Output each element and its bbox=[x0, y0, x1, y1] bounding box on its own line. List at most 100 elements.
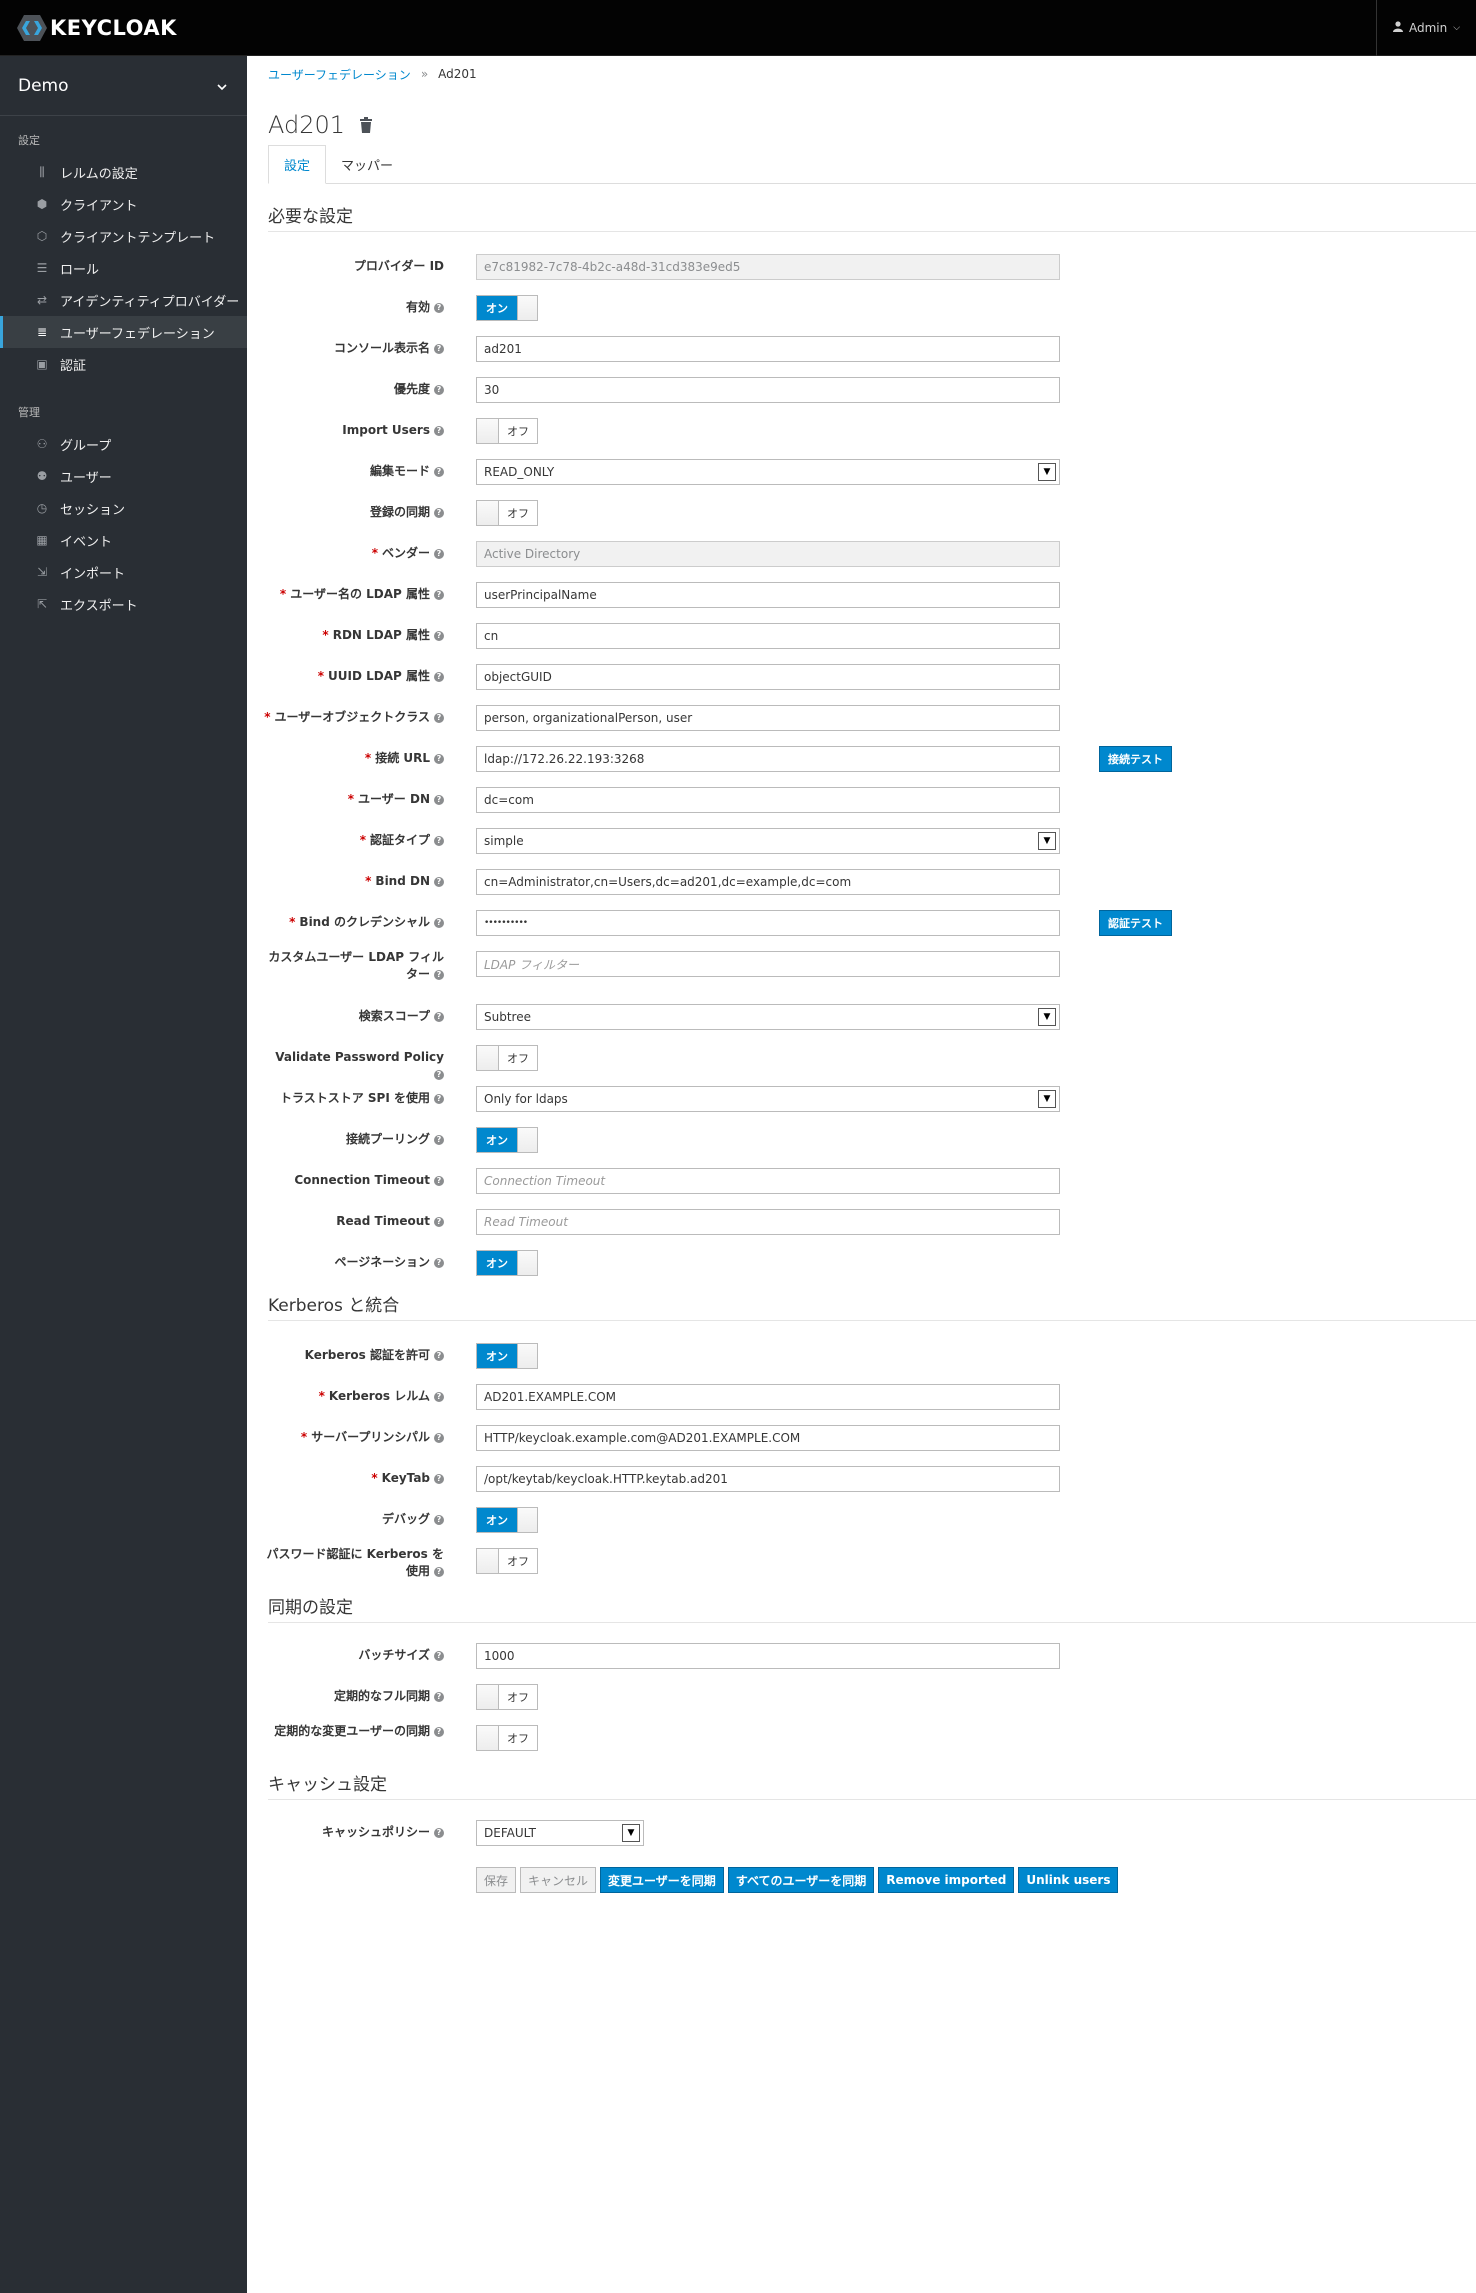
keycloak-logo[interactable]: KEYCLOAK bbox=[16, 12, 177, 44]
import-icon: ⇲ bbox=[36, 565, 48, 579]
batch-size-field[interactable]: 1000 bbox=[476, 1643, 1060, 1669]
priority-field[interactable]: 30 bbox=[476, 377, 1060, 403]
test-authentication-button[interactable]: 認証テスト bbox=[1099, 910, 1172, 936]
server-principal-field[interactable]: HTTP/keycloak.example.com@AD201.EXAMPLE.… bbox=[476, 1425, 1060, 1451]
sidebar-item-users[interactable]: ⚉ ユーザー bbox=[0, 460, 247, 492]
sync-registrations-switch[interactable]: オフ bbox=[476, 500, 538, 526]
help-icon[interactable]: ? bbox=[434, 970, 444, 980]
exchange-icon: ⇄ bbox=[36, 293, 48, 307]
sidebar-item-authentication[interactable]: ▣ 認証 bbox=[0, 348, 247, 380]
import-users-switch[interactable]: オフ bbox=[476, 418, 538, 444]
auth-type-select[interactable]: simple ▼ bbox=[476, 828, 1060, 854]
connection-timeout-field[interactable]: Connection Timeout bbox=[476, 1168, 1060, 1194]
row-priority: 優先度? 30 bbox=[268, 369, 1476, 410]
breadcrumb-user-federation[interactable]: ユーザーフェデレーション bbox=[268, 66, 411, 83]
help-icon[interactable]: ? bbox=[434, 1176, 444, 1186]
connection-pooling-switch[interactable]: オン bbox=[476, 1127, 538, 1153]
bind-dn-field[interactable]: cn=Administrator,cn=Users,dc=ad201,dc=ex… bbox=[476, 869, 1060, 895]
periodic-changed-sync-switch[interactable]: オフ bbox=[476, 1725, 538, 1751]
cache-policy-select[interactable]: DEFAULT ▼ bbox=[476, 1820, 644, 1846]
kerberos-realm-field[interactable]: AD201.EXAMPLE.COM bbox=[476, 1384, 1060, 1410]
sidebar-item-client-templates[interactable]: ⬡ クライアントテンプレート bbox=[0, 220, 247, 252]
console-name-field[interactable]: ad201 bbox=[476, 336, 1060, 362]
help-icon[interactable]: ? bbox=[434, 1692, 444, 1702]
help-icon[interactable]: ? bbox=[434, 631, 444, 641]
tab-settings[interactable]: 設定 bbox=[268, 145, 327, 184]
help-icon[interactable]: ? bbox=[434, 918, 444, 928]
unlink-users-button[interactable]: Unlink users bbox=[1018, 1867, 1119, 1893]
username-attr-field[interactable]: userPrincipalName bbox=[476, 582, 1060, 608]
help-icon[interactable]: ? bbox=[434, 1392, 444, 1402]
help-icon[interactable]: ? bbox=[434, 795, 444, 805]
help-icon[interactable]: ? bbox=[434, 385, 444, 395]
remove-imported-button[interactable]: Remove imported bbox=[878, 1867, 1015, 1893]
read-timeout-field[interactable]: Read Timeout bbox=[476, 1209, 1060, 1235]
sync-all-users-button[interactable]: すべてのユーザーを同期 bbox=[727, 1867, 875, 1893]
edit-mode-select[interactable]: READ_ONLY ▼ bbox=[476, 459, 1060, 485]
debug-switch[interactable]: オン bbox=[476, 1507, 538, 1533]
bind-credential-field[interactable]: •••••••••• bbox=[476, 910, 1060, 936]
help-icon[interactable]: ? bbox=[434, 1828, 444, 1838]
help-icon[interactable]: ? bbox=[434, 303, 444, 313]
periodic-full-sync-switch[interactable]: オフ bbox=[476, 1684, 538, 1710]
user-menu[interactable]: Admin ⌵ bbox=[1376, 0, 1476, 56]
help-icon[interactable]: ? bbox=[434, 754, 444, 764]
help-icon[interactable]: ? bbox=[434, 590, 444, 600]
sidebar-item-groups[interactable]: ⚇ グループ bbox=[0, 428, 247, 460]
help-icon[interactable]: ? bbox=[434, 713, 444, 723]
help-icon[interactable]: ? bbox=[434, 467, 444, 477]
sidebar-item-export[interactable]: ⇱ エクスポート bbox=[0, 588, 247, 620]
tab-mappers[interactable]: マッパー bbox=[326, 145, 408, 183]
help-icon[interactable]: ? bbox=[434, 1433, 444, 1443]
enabled-switch[interactable]: オン bbox=[476, 295, 538, 321]
sidebar-item-events[interactable]: ▦ イベント bbox=[0, 524, 247, 556]
realm-selector[interactable]: Demo bbox=[0, 56, 247, 116]
connection-url-field[interactable]: ldap://172.26.22.193:3268 bbox=[476, 746, 1060, 772]
keycloak-logo-icon bbox=[16, 12, 48, 44]
row-periodic-full-sync: 定期的なフル同期? オフ bbox=[268, 1676, 1476, 1717]
allow-kerberos-switch[interactable]: オン bbox=[476, 1343, 538, 1369]
help-icon[interactable]: ? bbox=[434, 1012, 444, 1022]
help-icon[interactable]: ? bbox=[434, 508, 444, 518]
help-icon[interactable]: ? bbox=[434, 426, 444, 436]
sync-changed-users-button[interactable]: 変更ユーザーを同期 bbox=[600, 1867, 724, 1893]
save-button[interactable]: 保存 bbox=[476, 1867, 517, 1893]
cancel-button[interactable]: キャンセル bbox=[520, 1867, 597, 1893]
help-icon[interactable]: ? bbox=[434, 549, 444, 559]
uuid-attr-field[interactable]: objectGUID bbox=[476, 664, 1060, 690]
help-icon[interactable]: ? bbox=[434, 1351, 444, 1361]
help-icon[interactable]: ? bbox=[434, 877, 444, 887]
test-connection-button[interactable]: 接続テスト bbox=[1099, 746, 1172, 772]
user-object-classes-field[interactable]: person, organizationalPerson, user bbox=[476, 705, 1060, 731]
sidebar-item-clients[interactable]: ⬢ クライアント bbox=[0, 188, 247, 220]
sidebar-item-sessions[interactable]: ◷ セッション bbox=[0, 492, 247, 524]
use-kerberos-pw-switch[interactable]: オフ bbox=[476, 1548, 538, 1574]
rdn-attr-field[interactable]: cn bbox=[476, 623, 1060, 649]
row-custom-filter: カスタムユーザー LDAP フィルター? LDAP フィルター bbox=[268, 943, 1476, 996]
custom-filter-field[interactable]: LDAP フィルター bbox=[476, 951, 1060, 977]
search-scope-select[interactable]: Subtree ▼ bbox=[476, 1004, 1060, 1030]
help-icon[interactable]: ? bbox=[434, 344, 444, 354]
help-icon[interactable]: ? bbox=[434, 672, 444, 682]
users-dn-field[interactable]: dc=com bbox=[476, 787, 1060, 813]
help-icon[interactable]: ? bbox=[434, 1258, 444, 1268]
help-icon[interactable]: ? bbox=[434, 1094, 444, 1104]
help-icon[interactable]: ? bbox=[434, 1567, 444, 1577]
help-icon[interactable]: ? bbox=[434, 1651, 444, 1661]
help-icon[interactable]: ? bbox=[434, 1727, 444, 1737]
help-icon[interactable]: ? bbox=[434, 1217, 444, 1227]
keytab-field[interactable]: /opt/keytab/keycloak.HTTP.keytab.ad201 bbox=[476, 1466, 1060, 1492]
validate-password-policy-switch[interactable]: オフ bbox=[476, 1045, 538, 1071]
sidebar-item-realm-settings[interactable]: ⫼ レルムの設定 bbox=[0, 156, 247, 188]
truststore-spi-select[interactable]: Only for ldaps ▼ bbox=[476, 1086, 1060, 1112]
help-icon[interactable]: ? bbox=[434, 1135, 444, 1145]
help-icon[interactable]: ? bbox=[434, 1474, 444, 1484]
sidebar-item-user-federation[interactable]: ≣ ユーザーフェデレーション bbox=[0, 316, 247, 348]
pagination-switch[interactable]: オン bbox=[476, 1250, 538, 1276]
sidebar-item-import[interactable]: ⇲ インポート bbox=[0, 556, 247, 588]
trash-icon[interactable] bbox=[359, 111, 373, 139]
sidebar-item-identity-providers[interactable]: ⇄ アイデンティティプロバイダー bbox=[0, 284, 247, 316]
help-icon[interactable]: ? bbox=[434, 1515, 444, 1525]
help-icon[interactable]: ? bbox=[434, 836, 444, 846]
sidebar-item-roles[interactable]: ☰ ロール bbox=[0, 252, 247, 284]
